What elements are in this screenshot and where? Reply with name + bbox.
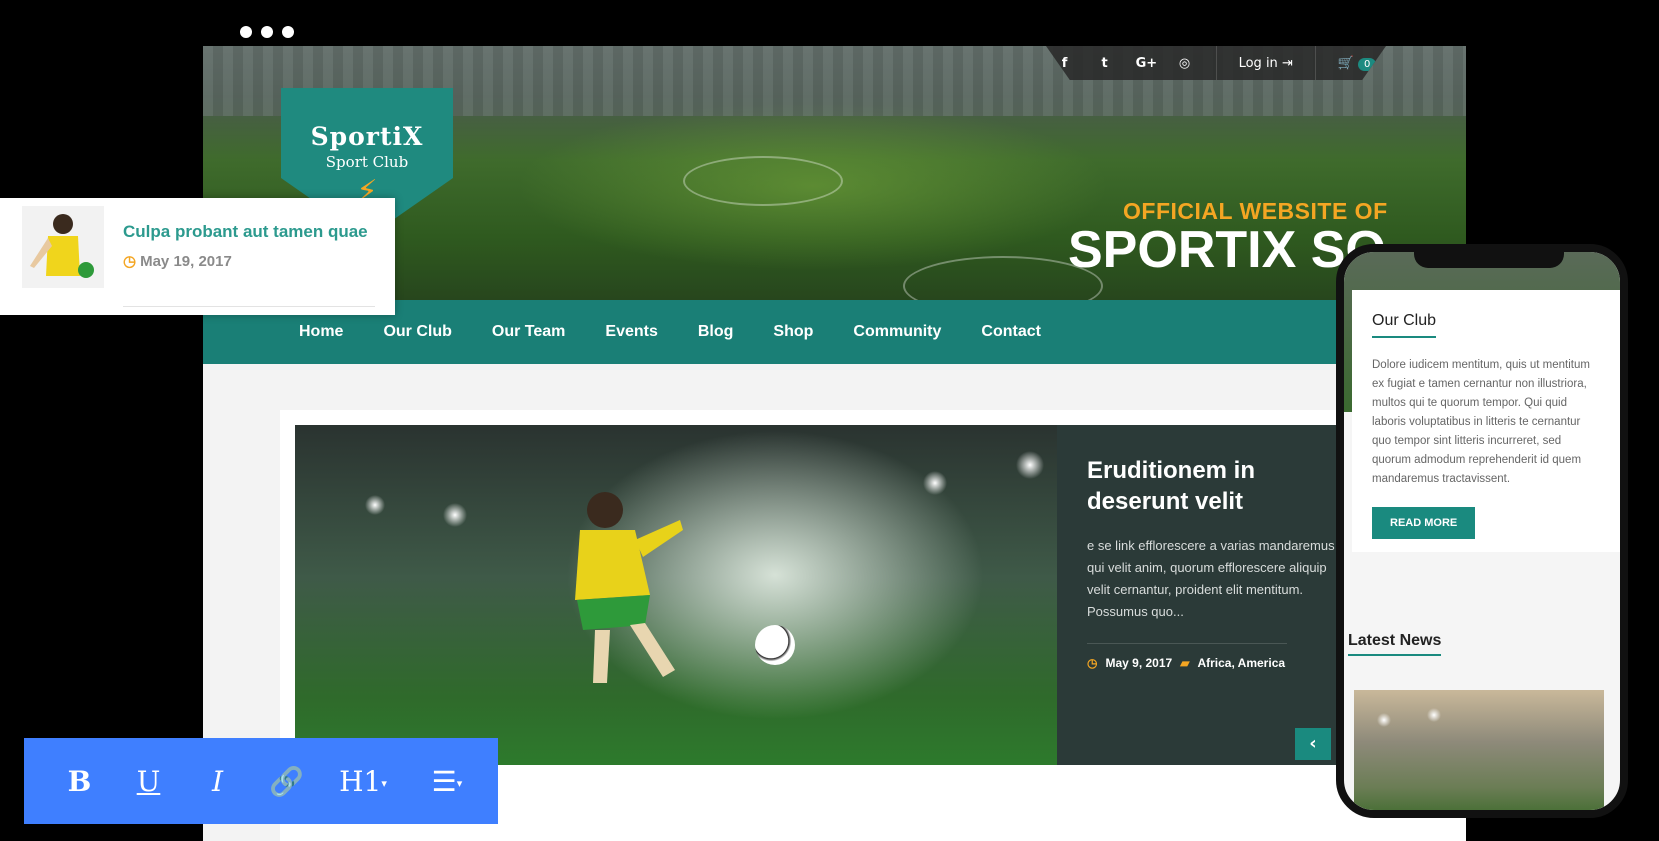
slide-excerpt: e se link efflorescere a varias mandarem… [1087,538,1335,619]
post-title[interactable]: Culpa probant aut tamen quae [123,222,368,242]
player-figure [575,492,683,683]
chevron-down-icon: ▾ [381,776,387,790]
divider [1314,46,1316,80]
nav-our-team[interactable]: Our Team [492,323,566,341]
nav-community[interactable]: Community [853,323,941,341]
post-date: ◷ May 19, 2017 [123,252,232,270]
slide-date: May 9, 2017 [1105,656,1173,670]
twitter-icon[interactable]: t [1096,56,1114,71]
window-dots [240,26,294,38]
italic-button[interactable]: I [190,765,245,798]
nav-blog[interactable]: Blog [698,323,734,341]
slide-meta: ◷ May 9, 2017 ▰ Africa, America [1087,656,1337,670]
window-dot [240,26,252,38]
folder-icon: ▰ [1180,656,1190,670]
section-text: Dolore iudicem mentitum, quis ut mentitu… [1372,359,1590,485]
post-date-text: May 19, 2017 [140,253,232,270]
clock-icon: ◷ [1087,656,1098,670]
slide-image[interactable] [295,425,1057,765]
post-thumbnail [22,206,104,288]
nav-events[interactable]: Events [605,323,657,341]
window-dot [261,26,273,38]
heading-dropdown[interactable]: H1▾ [328,765,398,798]
window-dot [282,26,294,38]
nav-home[interactable]: Home [299,323,343,341]
news-image[interactable] [1354,690,1604,810]
login-icon: ⇥ [1281,55,1293,71]
instagram-icon[interactable]: ◎ [1176,56,1194,71]
nav-contact[interactable]: Contact [981,323,1041,341]
underline-button[interactable]: U [121,765,176,798]
heading-label: H1 [339,764,382,798]
list-dropdown[interactable]: ☰▾ [412,765,482,798]
read-more-button[interactable]: READ MORE [1372,507,1476,539]
slide-categories[interactable]: Africa, America [1197,656,1285,670]
top-bar: f t G+ ◎ Log in ⇥ 🛒 0 [1046,46,1386,80]
mobile-preview: Our Club Dolore iudicem mentitum, quis u… [1336,244,1628,818]
latest-news-heading: Latest News [1348,632,1442,656]
our-club-card: Our Club Dolore iudicem mentitum, quis u… [1352,290,1620,552]
slide-text: Eruditionem in deserunt velit e se link … [1087,455,1337,670]
chevron-left-icon[interactable]: ‹ [1295,728,1331,760]
soccer-ball [755,625,795,665]
list-icon: ☰ [431,764,457,798]
bold-button[interactable]: B [52,765,107,798]
slide-title[interactable]: Eruditionem in deserunt velit [1087,455,1337,517]
divider [1215,46,1217,80]
nav-shop[interactable]: Shop [773,323,813,341]
website-preview: f t G+ ◎ Log in ⇥ 🛒 0 SportiX Sport Club … [203,46,1466,841]
divider [123,306,375,307]
logo-subtext: Sport Club [325,153,409,171]
google-plus-icon[interactable]: G+ [1136,56,1158,71]
chevron-down-icon: ▾ [456,776,463,790]
player-thumbnail-image [30,214,94,278]
link-icon[interactable]: 🔗 [259,765,314,798]
divider [1087,643,1287,644]
nav-our-club[interactable]: Our Club [383,323,451,341]
logo-text: SportiX [310,122,424,151]
clock-icon: ◷ [123,253,137,270]
phone-notch [1414,252,1564,268]
login-link[interactable]: Log in ⇥ [1239,56,1293,71]
section-title: Our Club [1372,312,1437,338]
center-circle [683,156,843,206]
editor-toolbar: B U I 🔗 H1▾ ☰▾ [24,738,498,824]
login-label: Log in [1238,55,1278,71]
cart-icon: 🛒 [1337,55,1355,71]
recent-post-card[interactable]: Culpa probant aut tamen quae ◷ May 19, 20… [0,198,395,315]
featured-slide: Eruditionem in deserunt velit e se link … [295,425,1466,765]
